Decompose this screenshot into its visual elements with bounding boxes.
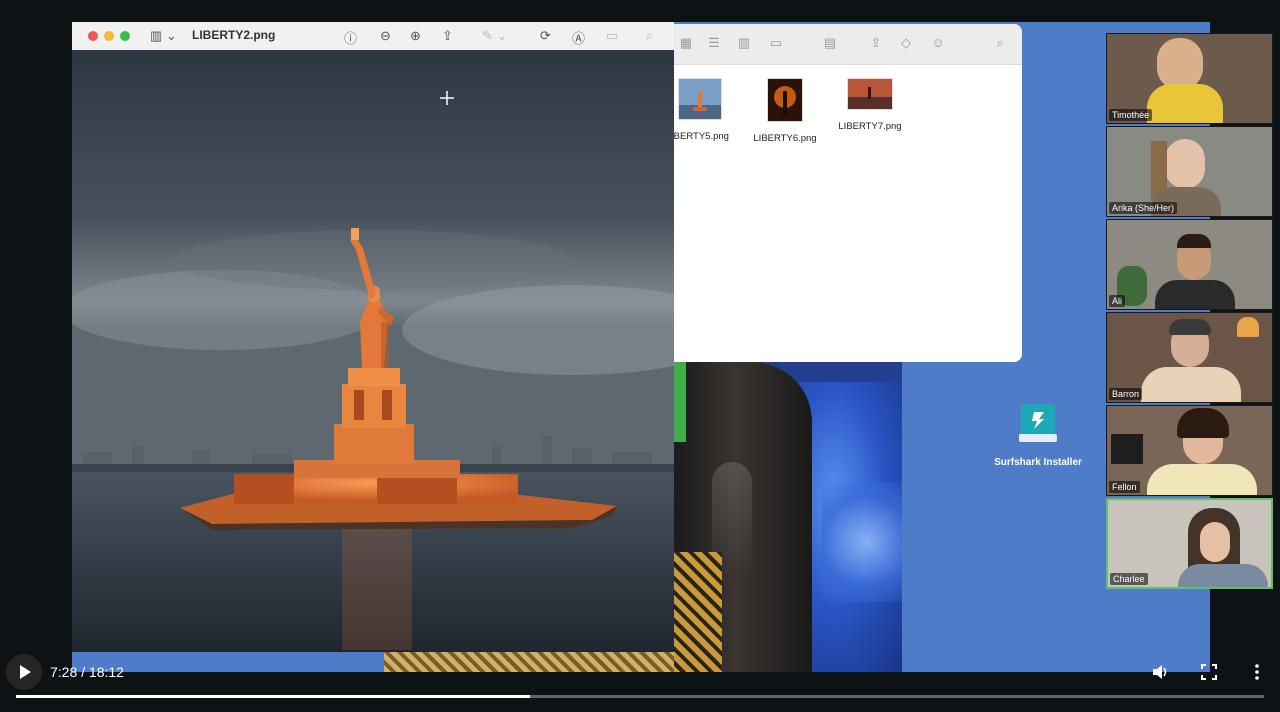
participant-name: Charlee [1110, 573, 1148, 585]
markup-pen-icon[interactable]: ✎ ⌄ [482, 28, 507, 44]
file-item[interactable]: LIBERTY6.png [745, 78, 825, 144]
icon-view-icon[interactable]: ▦ [678, 36, 694, 50]
time-display: 7:28 / 18:12 [50, 664, 124, 680]
participant-tile[interactable]: Fellon [1106, 405, 1273, 496]
participant-name: Barron [1109, 388, 1143, 400]
zoom-in-icon[interactable]: ⊕ [410, 28, 421, 44]
action-icon[interactable]: ☺ [930, 36, 946, 50]
statue-of-liberty-image [72, 50, 674, 652]
rotate-icon[interactable]: ⟳ [540, 28, 551, 44]
surfshark-installer[interactable]: Surfshark Installer [990, 402, 1086, 468]
play-button[interactable] [6, 654, 42, 690]
info-icon[interactable]: ⓘ [344, 28, 357, 47]
file-item[interactable]: IBERTY5.png [672, 78, 740, 142]
fill-form-icon[interactable]: ▭ [606, 28, 618, 44]
volume-icon[interactable] [1150, 662, 1170, 682]
preview-window: ▥ ⌄ LIBERTY2.png ⓘ ⊖ ⊕ ⇪ ✎ ⌄ ⟳ Ⓐ ▭ ⌕ [72, 22, 674, 652]
file-item[interactable]: LIBERTY7.png [830, 78, 910, 132]
more-icon[interactable] [1247, 662, 1267, 682]
search-icon[interactable]: ⌕ [646, 28, 653, 44]
image-thumbnail-icon [847, 78, 893, 110]
zoom-out-icon[interactable]: ⊖ [380, 28, 391, 44]
image-thumbnail-icon [767, 78, 803, 122]
gallery-view-icon[interactable]: ▭ [768, 36, 784, 50]
group-icon[interactable]: ▤ [822, 36, 838, 50]
participant-tile[interactable]: Timothée [1106, 33, 1273, 124]
progress-bar[interactable] [16, 695, 1264, 698]
zoom-icon[interactable] [120, 31, 130, 41]
fullscreen-icon[interactable] [1199, 662, 1219, 682]
participant-tile[interactable]: Ali [1106, 219, 1273, 310]
finder-window: ▦ ☰ ▥ ▭ ▤ ⇪ ◇ ☺ ⌕ IBERTY5.png LIBERTY6.p… [672, 24, 1022, 362]
finder-toolbar: ▦ ☰ ▥ ▭ ▤ ⇪ ◇ ☺ ⌕ [672, 24, 1022, 65]
participant-tile[interactable]: Barron [1106, 312, 1273, 403]
progress-fill [16, 695, 531, 698]
installer-label: Surfshark Installer [994, 457, 1082, 468]
sidebar-icon[interactable]: ▥ ⌄ [150, 28, 177, 44]
list-view-icon[interactable]: ☰ [706, 36, 722, 50]
participant-tile-active-speaker[interactable]: Charlee [1106, 498, 1273, 589]
column-view-icon[interactable]: ▥ [736, 36, 752, 50]
participant-name: Ali [1109, 295, 1126, 307]
markup-icon[interactable]: Ⓐ [572, 28, 585, 47]
image-thumbnail-icon [678, 78, 722, 120]
file-name: IBERTY5.png [672, 131, 729, 142]
participant-tile[interactable]: Arika (She/Her) [1106, 126, 1273, 217]
minimize-icon[interactable] [104, 31, 114, 41]
preview-titlebar: ▥ ⌄ LIBERTY2.png ⓘ ⊖ ⊕ ⇪ ✎ ⌄ ⟳ Ⓐ ▭ ⌕ [72, 22, 674, 51]
search-icon[interactable]: ⌕ [992, 36, 1008, 50]
installer-disk-icon [1019, 404, 1057, 442]
share-icon[interactable]: ⇪ [868, 36, 884, 50]
play-icon [20, 665, 31, 679]
participant-name: Arika (She/Her) [1109, 202, 1178, 214]
tag-icon[interactable]: ◇ [898, 36, 914, 50]
share-icon[interactable]: ⇪ [442, 28, 453, 44]
close-icon[interactable] [88, 31, 98, 41]
window-title: LIBERTY2.png [192, 28, 276, 42]
wallpaper-photo [672, 362, 902, 672]
participant-name: Timothée [1109, 109, 1153, 121]
file-name: LIBERTY7.png [838, 121, 902, 132]
file-name: LIBERTY6.png [753, 133, 817, 144]
participant-name: Fellon [1109, 481, 1140, 493]
participant-gallery: Timothée Arika (She/Her) Ali Barron Fell… [1106, 33, 1273, 593]
video-player-controls: 7:28 / 18:12 [0, 646, 1280, 712]
crosshair-cursor-icon [440, 91, 454, 105]
